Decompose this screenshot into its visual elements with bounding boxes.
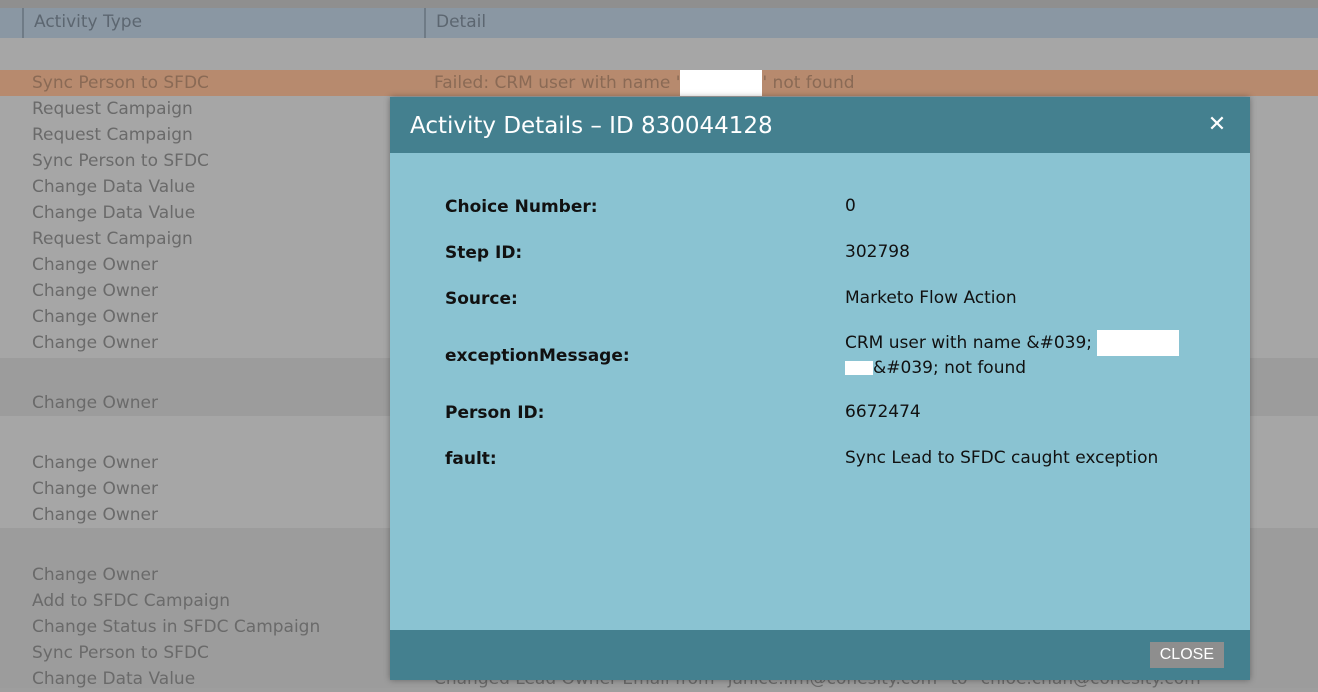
activity-details-dialog: Activity Details – ID 830044128 ✕ Choice…	[390, 97, 1250, 680]
activity-type-cell: Request Campaign	[32, 229, 193, 249]
table-row[interactable]: Sync Person to SFDC Failed: CRM user wit…	[0, 70, 1318, 96]
field-value-exception-message: CRM user with name &#039; &#039; not fou…	[845, 330, 1180, 380]
activity-type-cell: Change Owner	[32, 393, 158, 413]
close-button[interactable]: CLOSE	[1149, 642, 1224, 668]
field-value-choice-number: 0	[845, 196, 856, 216]
column-header-detail[interactable]: Detail	[424, 8, 1316, 38]
dialog-title: Activity Details – ID 830044128	[410, 113, 773, 139]
activity-type-cell: Sync Person to SFDC	[32, 151, 209, 171]
field-label-step-id: Step ID:	[445, 243, 523, 263]
field-value-step-id: 302798	[845, 242, 910, 262]
dialog-footer: CLOSE	[390, 630, 1250, 680]
field-value-person-id: 6672474	[845, 402, 921, 422]
activity-type-cell: Change Owner	[32, 307, 158, 327]
field-label-exception-message: exceptionMessage:	[445, 346, 630, 366]
activity-type-cell: Change Owner	[32, 255, 158, 275]
activity-type-cell: Request Campaign	[32, 125, 193, 145]
dialog-header: Activity Details – ID 830044128 ✕	[390, 97, 1250, 153]
activity-type-cell: Change Owner	[32, 479, 158, 499]
field-label-source: Source:	[445, 289, 518, 309]
activity-type-cell: Sync Person to SFDC	[32, 73, 209, 93]
activity-type-cell: Change Owner	[32, 565, 158, 585]
redacted-block	[1097, 330, 1180, 356]
column-header-activity-type[interactable]: Activity Type	[22, 8, 424, 38]
activity-type-cell: Sync Person to SFDC	[32, 643, 209, 663]
field-value-source: Marketo Flow Action	[845, 288, 1017, 308]
activity-type-cell: Change Owner	[32, 281, 158, 301]
activity-type-cell: Change Data Value	[32, 669, 196, 689]
activity-type-cell: Add to SFDC Campaign	[32, 591, 231, 611]
redacted-block	[680, 70, 763, 96]
field-label-choice-number: Choice Number:	[445, 197, 598, 217]
table-header: Activity Type Detail	[0, 0, 1318, 38]
field-label-fault: fault:	[445, 449, 497, 469]
activity-type-cell: Request Campaign	[32, 99, 193, 119]
activity-type-cell: Change Owner	[32, 333, 158, 353]
activity-type-cell: Change Data Value	[32, 177, 196, 197]
activity-type-cell: Change Status in SFDC Campaign	[32, 617, 321, 637]
close-icon[interactable]: ✕	[1206, 114, 1228, 136]
activity-type-cell: Change Owner	[32, 505, 158, 525]
field-label-person-id: Person ID:	[445, 403, 545, 423]
field-value-fault: Sync Lead to SFDC caught exception	[845, 448, 1159, 468]
detail-cell: Failed: CRM user with name ' ' not found	[434, 70, 855, 96]
activity-type-cell: Change Data Value	[32, 203, 196, 223]
redacted-block	[845, 361, 873, 375]
activity-type-cell: Change Owner	[32, 453, 158, 473]
